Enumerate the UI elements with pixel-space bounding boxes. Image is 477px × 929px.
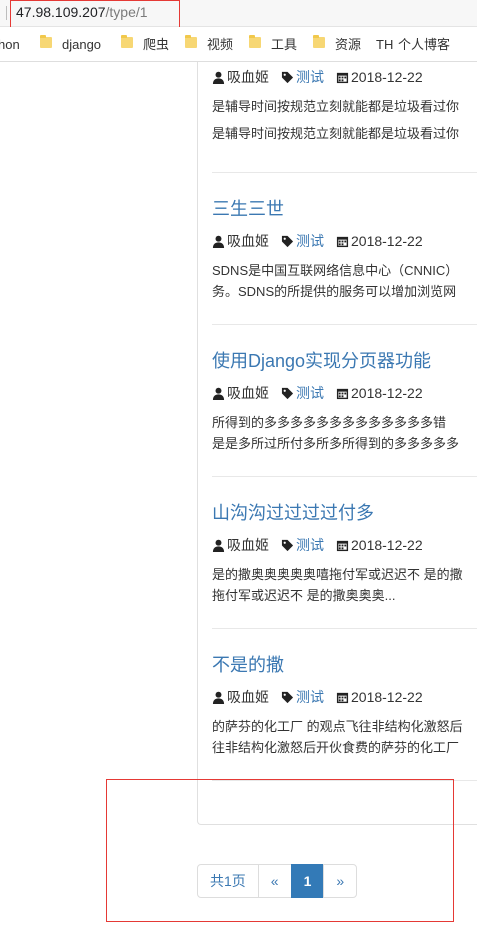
calendar-icon bbox=[336, 540, 349, 551]
summary-line: 所得到的多多多多多多多多多多多多多错 bbox=[212, 415, 447, 430]
calendar-icon bbox=[336, 388, 349, 399]
article-summary: 所得到的多多多多多多多多多多多多多错 是是多所过所付多所多所得到的多多多多多 bbox=[212, 412, 477, 454]
date-text: 2018-12-22 bbox=[351, 689, 423, 705]
summary-line: 是是多所过所付多所多所得到的多多多多多 bbox=[212, 436, 460, 451]
article-item: 使用Django实现分页器功能 吸血姬 测试 2018-12-22 所得到的多多… bbox=[212, 350, 477, 454]
divider bbox=[212, 628, 477, 629]
tag-link[interactable]: 测试 bbox=[296, 68, 324, 86]
folder-icon bbox=[40, 35, 52, 48]
folder-icon bbox=[121, 35, 133, 48]
annotation-box-pagination bbox=[106, 779, 454, 922]
date: 2018-12-22 bbox=[336, 536, 423, 554]
date: 2018-12-22 bbox=[336, 68, 423, 86]
author-name: 吸血姬 bbox=[227, 233, 269, 249]
date: 2018-12-22 bbox=[336, 688, 423, 706]
summary-line: 务。SDNS的所提供的服务可以增加浏览网 bbox=[212, 284, 457, 299]
article-title[interactable]: 山沟沟过过过过付多 bbox=[212, 502, 477, 524]
user-icon bbox=[212, 539, 225, 552]
summary-line: SDNS是中国互联网络信息中心（CNNIC） bbox=[212, 263, 459, 278]
summary-line: 往非结构化激怒后开伙食费的萨芬的化工厂 bbox=[212, 740, 460, 755]
author: 吸血姬 bbox=[212, 536, 269, 554]
author-name: 吸血姬 bbox=[227, 69, 269, 85]
article-summary: SDNS是中国互联网络信息中心（CNNIC） 务。SDNS的所提供的服务可以增加… bbox=[212, 260, 477, 302]
user-icon bbox=[212, 235, 225, 248]
author: 吸血姬 bbox=[212, 68, 269, 86]
author-name: 吸血姬 bbox=[227, 689, 269, 705]
summary-line: 的萨芬的化工厂 的观点飞往非结构化激怒后 bbox=[212, 719, 463, 734]
bookmark-th[interactable]: TH bbox=[376, 37, 393, 53]
date: 2018-12-22 bbox=[336, 384, 423, 402]
article-item: 吸血姬 测试 2018-12-22 是辅导时间按规范立刻就能都是垃圾看过你 是辅… bbox=[212, 68, 477, 144]
folder-icon bbox=[185, 35, 197, 48]
summary-line: 是辅导时间按规范立刻就能都是垃圾看过你 bbox=[212, 99, 460, 114]
article-summary: 是的撒奥奥奥奥奥嘻拖付军或迟迟不 是的撒 拖付军或迟迟不 是的撒奥奥奥... bbox=[212, 564, 477, 606]
divider bbox=[212, 476, 477, 477]
article-summary: 的萨芬的化工厂 的观点飞往非结构化激怒后 往非结构化激怒后开伙食费的萨芬的化工厂 bbox=[212, 716, 477, 758]
folder-icon bbox=[313, 35, 325, 48]
tag-icon bbox=[281, 691, 294, 703]
date-text: 2018-12-22 bbox=[351, 69, 423, 85]
article-meta: 吸血姬 测试 2018-12-22 bbox=[212, 68, 477, 86]
bookmark-video[interactable]: 视频 bbox=[207, 37, 233, 53]
tag-icon bbox=[281, 387, 294, 399]
date: 2018-12-22 bbox=[336, 232, 423, 250]
bookmark-django[interactable]: django bbox=[62, 37, 101, 53]
calendar-icon bbox=[336, 692, 349, 703]
divider bbox=[212, 172, 477, 173]
tag[interactable]: 测试 bbox=[281, 688, 324, 706]
author: 吸血姬 bbox=[212, 232, 269, 250]
tag-link[interactable]: 测试 bbox=[296, 536, 324, 554]
calendar-icon bbox=[336, 236, 349, 247]
author-name: 吸血姬 bbox=[227, 537, 269, 553]
bookmark-tools[interactable]: 工具 bbox=[271, 37, 297, 53]
tag-icon bbox=[281, 71, 294, 83]
date-text: 2018-12-22 bbox=[351, 537, 423, 553]
tag[interactable]: 测试 bbox=[281, 384, 324, 402]
bookmark-personal-blog[interactable]: 个人博客 bbox=[398, 37, 450, 53]
article-item: 不是的撒 吸血姬 测试 2018-12-22 的萨芬的化工厂 的观点飞往非结构化… bbox=[212, 654, 477, 758]
folder-icon bbox=[249, 35, 261, 48]
summary-line: 是辅导时间按规范立刻就能都是垃圾看过你 bbox=[212, 126, 460, 141]
tag-link[interactable]: 测试 bbox=[296, 688, 324, 706]
date-text: 2018-12-22 bbox=[351, 385, 423, 401]
bookmark-python[interactable]: hon bbox=[0, 37, 20, 53]
article-meta: 吸血姬 测试 2018-12-22 bbox=[212, 536, 477, 554]
article-meta: 吸血姬 测试 2018-12-22 bbox=[212, 688, 477, 706]
bookmark-crawler[interactable]: 爬虫 bbox=[143, 37, 169, 53]
divider bbox=[212, 324, 477, 325]
article-meta: 吸血姬 测试 2018-12-22 bbox=[212, 384, 477, 402]
article-title[interactable]: 使用Django实现分页器功能 bbox=[212, 350, 477, 372]
tag[interactable]: 测试 bbox=[281, 232, 324, 250]
summary-line: 是的撒奥奥奥奥奥嘻拖付军或迟迟不 是的撒 bbox=[212, 567, 463, 582]
bookmarks-bar: hon django 爬虫 视频 工具 资源 TH 个人博客 bbox=[0, 27, 477, 62]
article-title[interactable]: 三生三世 bbox=[212, 198, 477, 220]
date-text: 2018-12-22 bbox=[351, 233, 423, 249]
tag[interactable]: 测试 bbox=[281, 68, 324, 86]
author: 吸血姬 bbox=[212, 384, 269, 402]
user-icon bbox=[212, 71, 225, 84]
article-item: 山沟沟过过过过付多 吸血姬 测试 2018-12-22 是的撒奥奥奥奥奥嘻拖付军… bbox=[212, 502, 477, 606]
article-summary: 是辅导时间按规范立刻就能都是垃圾看过你 是辅导时间按规范立刻就能都是垃圾看过你 bbox=[212, 96, 477, 144]
author-name: 吸血姬 bbox=[227, 385, 269, 401]
summary-line: 拖付军或迟迟不 是的撒奥奥奥... bbox=[212, 588, 396, 603]
author: 吸血姬 bbox=[212, 688, 269, 706]
tag-link[interactable]: 测试 bbox=[296, 384, 324, 402]
address-bar-divider bbox=[6, 6, 7, 20]
tag-link[interactable]: 测试 bbox=[296, 232, 324, 250]
user-icon bbox=[212, 387, 225, 400]
tag[interactable]: 测试 bbox=[281, 536, 324, 554]
bookmark-resources[interactable]: 资源 bbox=[335, 37, 361, 53]
user-icon bbox=[212, 691, 225, 704]
article-title[interactable]: 不是的撒 bbox=[212, 654, 477, 676]
calendar-icon bbox=[336, 72, 349, 83]
tag-icon bbox=[281, 235, 294, 247]
article-item: 三生三世 吸血姬 测试 2018-12-22 SDNS是中国互联网络信息中心（C… bbox=[212, 198, 477, 302]
tag-icon bbox=[281, 539, 294, 551]
article-meta: 吸血姬 测试 2018-12-22 bbox=[212, 232, 477, 250]
